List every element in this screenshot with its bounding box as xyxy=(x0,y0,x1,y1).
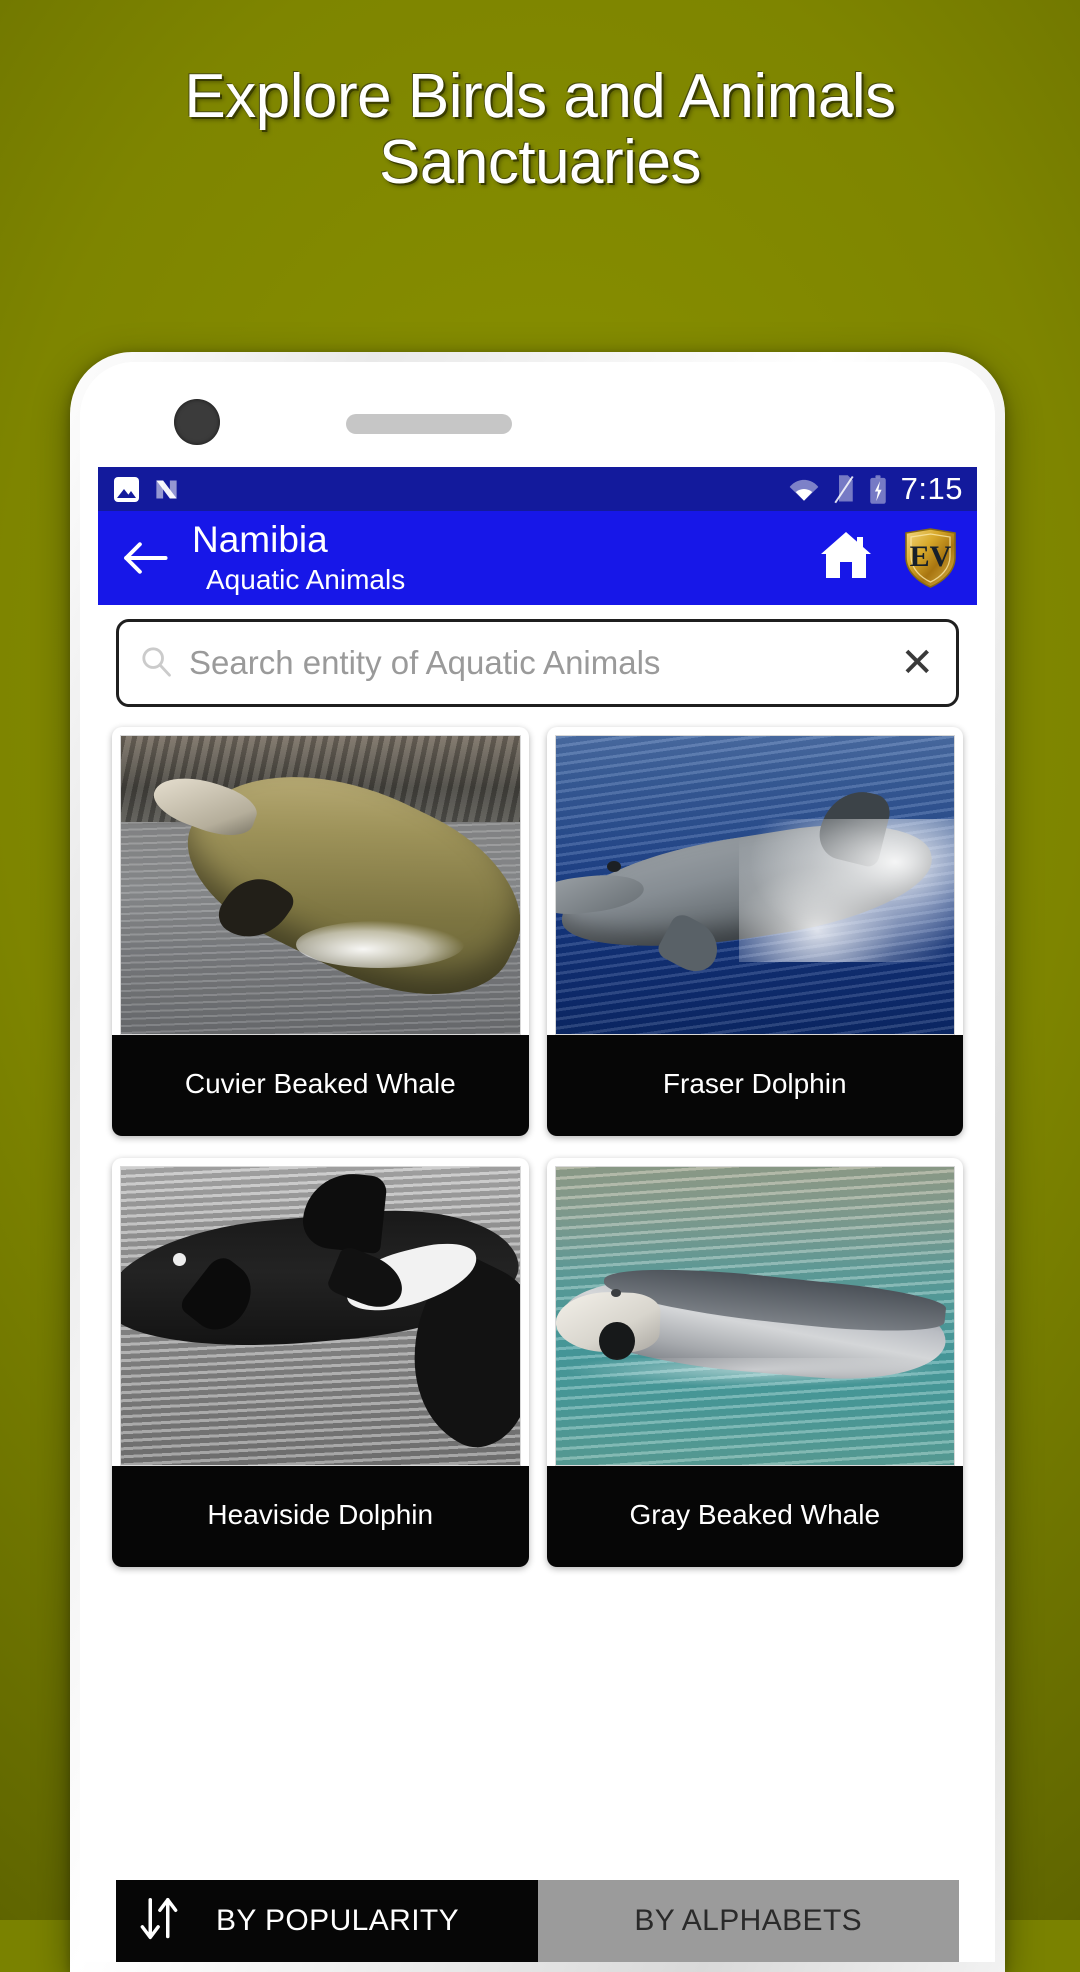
list-item[interactable]: Cuvier Beaked Whale xyxy=(112,727,529,1136)
sort-arrows-icon xyxy=(138,1894,180,1949)
close-icon[interactable]: ✕ xyxy=(888,643,934,683)
tab-by-alphabets-label: BY ALPHABETS xyxy=(634,1904,863,1937)
status-bar-right-icons: 7:15 xyxy=(788,471,963,507)
entity-photo xyxy=(554,735,955,1035)
entity-name: Cuvier Beaked Whale xyxy=(112,1035,529,1136)
status-bar: 7:15 xyxy=(98,467,977,511)
phone-device-frame: 7:15 Namibia Aquatic Animals EV Search e… xyxy=(70,352,1005,1972)
phone-top-bezel xyxy=(80,362,995,467)
list-item[interactable]: Heaviside Dolphin xyxy=(112,1157,529,1567)
no-sim-icon xyxy=(834,475,854,504)
home-icon[interactable] xyxy=(816,528,876,589)
search-input[interactable] xyxy=(189,644,889,682)
entity-name: Gray Beaked Whale xyxy=(546,1465,963,1567)
list-item[interactable]: Fraser Dolphin xyxy=(546,727,963,1136)
tab-by-popularity-label: BY POPULARITY xyxy=(216,1904,460,1937)
entity-name: Fraser Dolphin xyxy=(546,1035,963,1136)
tab-by-popularity[interactable]: BY POPULARITY xyxy=(116,1880,538,1962)
status-bar-left-icons xyxy=(114,476,180,503)
promo-headline: Explore Birds and Animals Sanctuaries xyxy=(184,62,896,198)
page-subtitle: Aquatic Animals xyxy=(206,563,406,595)
entity-name: Heaviside Dolphin xyxy=(112,1465,529,1567)
search-box[interactable]: ✕ xyxy=(116,619,959,707)
app-bar-actions: EV xyxy=(816,527,959,589)
app-bar-title-block: Namibia Aquatic Animals xyxy=(192,518,406,597)
entity-grid: Cuvier Beaked Whale Fraser Dolphin Heavi… xyxy=(98,719,977,1567)
app-bar: Namibia Aquatic Animals EV xyxy=(98,511,977,605)
android-n-icon xyxy=(156,480,177,498)
photo-icon xyxy=(114,476,139,502)
android-screen: 7:15 Namibia Aquatic Animals EV Search e… xyxy=(98,467,977,1962)
list-item[interactable]: Gray Beaked Whale xyxy=(546,1157,963,1567)
wifi-icon xyxy=(789,479,818,501)
camera-lens-icon xyxy=(174,399,220,445)
search-icon xyxy=(139,644,173,683)
ev-logo-text: EV xyxy=(910,540,952,573)
phone-screen-bezel: 7:15 Namibia Aquatic Animals EV Search e… xyxy=(80,362,995,1962)
status-bar-clock: 7:15 xyxy=(900,471,963,506)
search-bar-container: ✕ xyxy=(98,605,977,719)
speaker-grille-icon xyxy=(346,414,512,434)
page-title: Namibia xyxy=(192,518,328,560)
entity-photo xyxy=(120,1165,521,1466)
ev-shield-logo[interactable]: EV xyxy=(902,527,959,589)
sort-bar: BY POPULARITY BY ALPHABETS xyxy=(116,1880,959,1962)
battery-charging-icon xyxy=(869,474,886,504)
back-arrow-icon[interactable] xyxy=(118,531,172,585)
tab-by-alphabets[interactable]: BY ALPHABETS xyxy=(537,1880,959,1962)
entity-photo xyxy=(120,735,521,1035)
entity-photo xyxy=(554,1165,955,1466)
